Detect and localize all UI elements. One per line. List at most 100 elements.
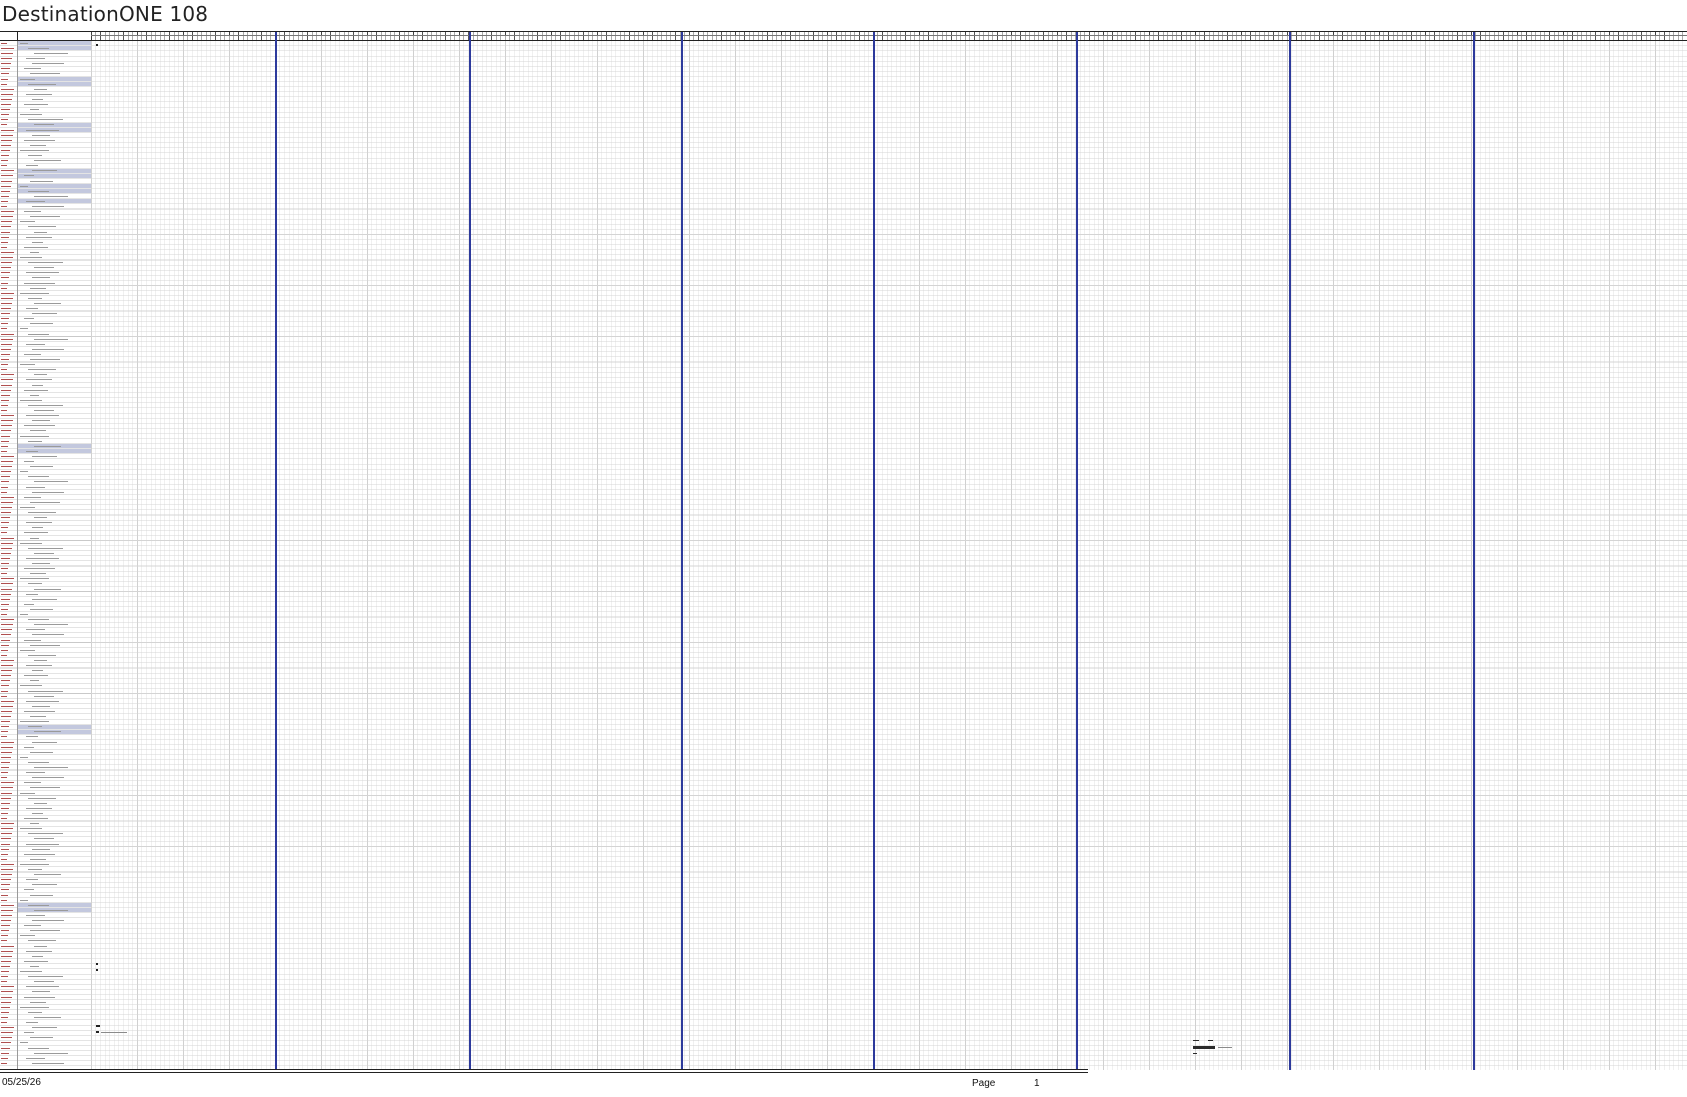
task-name-mark	[20, 221, 35, 223]
task-name-mark	[28, 976, 63, 978]
task-id-mark	[1, 588, 12, 590]
task-id-mark	[1, 486, 8, 488]
task-id-mark	[1, 869, 13, 870]
task-name-mark	[32, 527, 43, 529]
task-name-mark	[26, 486, 45, 488]
task-name-mark	[32, 812, 43, 814]
task-id-mark	[1, 976, 8, 978]
task-id-mark	[1, 675, 11, 677]
task-name-mark	[34, 231, 47, 233]
task-name-mark	[28, 190, 49, 192]
task-id-mark	[1, 160, 8, 162]
task-id-mark	[1, 792, 12, 794]
task-id-mark	[1, 598, 10, 600]
footer-date: 05/25/26	[2, 1077, 41, 1088]
task-id-mark	[1, 818, 7, 819]
task-id-mark	[1, 858, 7, 860]
task-name-mark	[32, 991, 50, 993]
task-name-mark	[34, 338, 68, 340]
task-name-mark	[34, 410, 54, 411]
task-name-mark	[30, 287, 46, 289]
task-name-mark	[24, 318, 34, 320]
task-id-mark	[1, 420, 13, 422]
task-id-mark	[1, 114, 9, 116]
bottom-border	[0, 1069, 1088, 1070]
task-id-mark	[1, 1047, 10, 1049]
task-id-mark	[1, 736, 7, 738]
task-name-mark	[30, 787, 60, 789]
task-id-mark	[1, 1006, 10, 1008]
task-name-mark	[28, 869, 42, 870]
task-id-mark	[1, 144, 11, 146]
period-marker-line	[1289, 32, 1291, 1070]
task-id-mark	[1, 246, 7, 248]
task-id-mark	[1, 512, 11, 513]
task-name-mark	[28, 940, 56, 942]
task-name-mark	[26, 807, 52, 809]
task-name-mark	[32, 170, 57, 172]
task-name-mark	[32, 241, 43, 243]
task-id-mark	[1, 527, 8, 529]
task-name-mark	[28, 83, 56, 85]
task-id-mark	[1, 767, 9, 768]
task-id-mark	[1, 935, 8, 937]
task-name-mark	[24, 282, 55, 284]
task-name-mark	[28, 155, 42, 156]
task-name-mark	[28, 119, 63, 121]
task-id-mark	[1, 700, 14, 702]
period-marker-line	[469, 32, 471, 1070]
milestone-marker	[96, 969, 98, 971]
task-id-mark	[1, 343, 12, 345]
task-name-mark	[26, 879, 38, 881]
task-id-mark	[1, 1037, 12, 1039]
task-name-mark	[30, 394, 39, 396]
task-id-mark	[1, 772, 8, 774]
task-name-mark	[24, 889, 34, 891]
task-name-mark	[34, 1052, 68, 1054]
task-id-mark	[1, 353, 10, 355]
task-id-mark	[1, 843, 10, 845]
task-id-mark	[1, 262, 12, 264]
task-name-mark	[32, 98, 43, 100]
task-id-mark	[1, 950, 13, 952]
task-name-mark	[24, 710, 55, 712]
task-name-mark	[26, 93, 52, 95]
gantt-sheet	[0, 31, 1687, 1070]
task-name-mark	[24, 353, 41, 355]
task-id-mark	[1, 333, 14, 335]
task-name-mark	[30, 323, 53, 325]
task-name-mark	[34, 124, 54, 126]
task-rows	[0, 41, 91, 1070]
task-name-mark	[26, 736, 38, 738]
task-name-mark	[34, 659, 47, 661]
task-name-mark	[34, 481, 68, 483]
task-id-mark	[1, 471, 11, 473]
task-name-mark	[32, 598, 57, 600]
task-id-mark	[1, 297, 13, 299]
task-name-mark	[20, 292, 49, 294]
task-id-mark	[1, 971, 9, 972]
task-name-mark	[32, 277, 50, 279]
task-id-mark	[1, 930, 9, 932]
task-id-mark	[1, 461, 13, 462]
task-name-mark	[32, 420, 50, 422]
task-name-mark	[30, 144, 46, 146]
milestone-marker	[96, 1031, 99, 1033]
task-name-mark	[24, 68, 41, 70]
task-name-mark	[30, 965, 39, 967]
task-name-mark	[34, 160, 61, 162]
task-id-mark	[1, 777, 7, 779]
task-id-mark	[1, 425, 12, 427]
task-name-mark	[32, 848, 50, 850]
task-id-mark	[1, 389, 11, 391]
task-name-mark	[28, 690, 63, 692]
task-id-mark	[1, 955, 12, 957]
task-id-mark	[1, 63, 11, 65]
task-name-mark	[20, 899, 28, 901]
task-id-mark	[1, 109, 10, 111]
task-id-mark	[1, 695, 7, 697]
task-id-mark	[1, 481, 9, 483]
task-id-mark	[1, 445, 8, 447]
task-name-mark	[30, 751, 53, 753]
task-id-mark	[1, 659, 14, 661]
